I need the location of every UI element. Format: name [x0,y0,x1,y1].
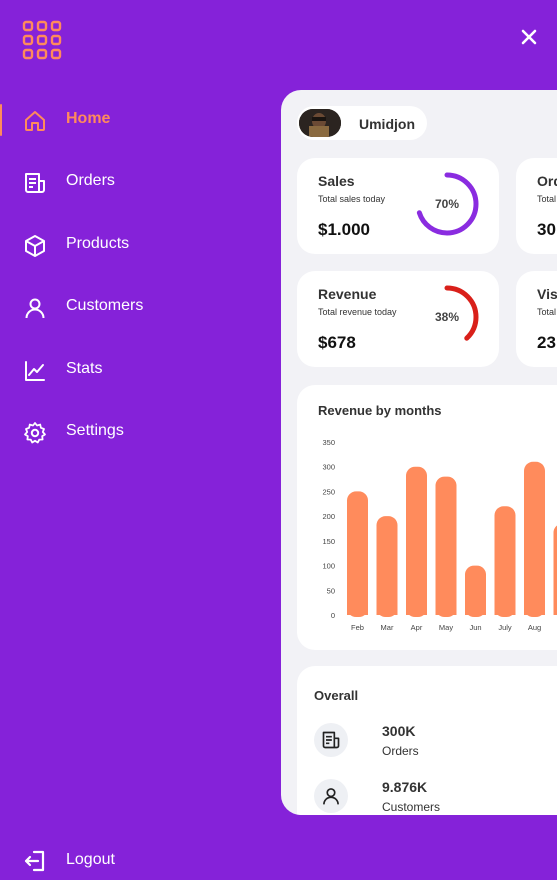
bar-Mar[interactable] [376,516,398,617]
bar-base [347,607,368,615]
overall-value: 300K [382,723,416,739]
revenue-progress-ring: 38% [413,283,481,351]
bar-base [376,607,398,615]
y-tick-label: 150 [322,537,335,546]
bar-base [435,607,457,615]
user-icon [314,779,348,813]
card-value: 23 [537,333,556,352]
bar-May[interactable] [435,476,457,617]
overall-card: Overall 300K Orders 9.876K Customers [297,666,557,815]
card-title: Vis [537,286,557,302]
bar-Apr[interactable] [406,466,427,617]
overall-title: Overall [314,688,359,703]
y-tick-label: 350 [322,438,335,447]
sales-progress-ring: 70% [413,170,481,238]
user-icon [22,295,48,321]
x-tick-label: Apr [411,623,423,632]
orders-card[interactable]: Ord Total 30 [516,158,557,254]
y-tick-label: 50 [327,586,335,595]
bar-base [465,607,486,615]
card-subtitle: Total [537,307,557,317]
user-name: Umidjon [359,116,415,132]
bar-S[interactable] [553,524,557,617]
sidebar-item-products[interactable]: Products [0,225,260,265]
x-tick-label: Feb [351,623,364,632]
sidebar-item-label: Settings [66,422,124,439]
sales-card[interactable]: Sales Total sales today $1.000 70% [297,158,499,254]
percent-label: 70% [434,197,460,211]
user-chip[interactable]: Umidjon [297,106,427,140]
sidebar-item-label: Stats [66,360,103,377]
home-icon [22,108,48,134]
sidebar-item-home[interactable]: Home [0,100,260,140]
sidebar-item-label: Products [66,235,130,252]
logout-label: Logout [66,851,115,868]
close-icon[interactable] [518,26,540,48]
overall-label: Customers [382,800,441,814]
x-tick-label: May [439,623,453,632]
card-title: Revenue [318,286,377,302]
logout-button[interactable]: Logout [0,840,200,880]
card-subtitle: Total revenue today [318,307,397,317]
card-value: 30 [537,220,556,239]
bar-July[interactable] [494,506,516,617]
revenue-chart-card: Revenue by months 0 50 100 150 200 250 300 350 F… [297,385,557,650]
logout-icon [22,848,48,874]
sidebar-item-label: Orders [66,172,115,189]
chart-line-icon [22,358,48,384]
avatar [299,109,341,137]
card-subtitle: Total sales today [318,194,386,204]
y-tick-label: 100 [322,562,335,571]
active-indicator [0,104,2,136]
x-tick-label: Jun [469,623,481,632]
card-subtitle: Total [537,194,557,204]
bar-base [494,607,516,615]
card-title: Ord [537,173,557,189]
orders-icon [22,170,48,196]
dashboard-panel: Umidjon Sales Total sales today $1.000 7… [281,90,557,815]
box-icon [22,233,48,259]
sidebar-item-stats[interactable]: Stats [0,350,260,390]
revenue-card[interactable]: Revenue Total revenue today $678 38% [297,271,499,367]
x-tick-label: Aug [528,623,541,632]
gear-icon [22,420,48,446]
bar-base [553,607,557,615]
bar-Feb[interactable] [347,491,368,617]
sidebar-item-label: Home [66,110,111,127]
sidebar-item-orders[interactable]: Orders [0,162,260,202]
card-value: $1.000 [318,220,370,239]
card-value: $678 [318,333,356,352]
overall-value: 9.876K [382,779,428,795]
overall-label: Orders [382,744,419,758]
percent-label: 38% [434,310,460,324]
app-grid-logo-icon[interactable] [22,20,62,60]
x-tick-label: July [498,623,512,632]
bar-base [406,607,427,615]
y-tick-label: 250 [322,487,335,496]
revenue-bar-chart: 0 50 100 150 200 250 300 350 Feb Mar Apr May Jun July… [322,438,557,632]
overall-row-customers[interactable]: 9.876K Customers [314,779,557,815]
card-title: Sales [318,173,355,189]
sidebar-item-settings[interactable]: Settings [0,412,260,452]
visitors-card[interactable]: Vis Total 23 [516,271,557,367]
bar-Aug[interactable] [524,461,545,617]
overall-row-orders[interactable]: 300K Orders [314,723,557,767]
sidebar-item-label: Customers [66,297,144,314]
y-tick-label: 300 [322,463,335,472]
y-tick-label: 0 [331,611,335,620]
bar-base [524,607,545,615]
orders-icon [314,723,348,757]
x-tick-label: Mar [381,623,394,632]
y-tick-label: 200 [322,512,335,521]
sidebar-item-customers[interactable]: Customers [0,287,260,327]
